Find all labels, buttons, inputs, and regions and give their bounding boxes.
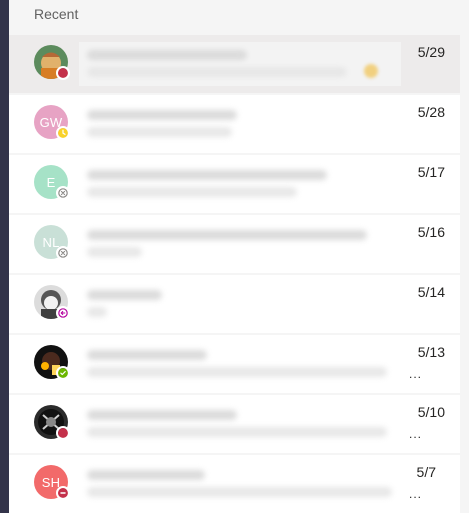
chat-preview-redacted — [79, 42, 401, 86]
chat-preview-redacted — [79, 222, 401, 266]
emoji-icon — [364, 64, 378, 78]
chat-date: 5/28 — [417, 104, 445, 120]
chat-date: 5/14 — [417, 284, 445, 300]
chat-preview-redacted — [79, 282, 401, 326]
chat-preview-redacted — [79, 462, 401, 506]
status-away-icon — [56, 126, 70, 140]
status-busy-icon — [56, 66, 70, 80]
redacted-contact-name — [87, 110, 237, 120]
redacted-message-preview — [87, 307, 107, 317]
status-offline-icon — [56, 246, 70, 260]
panel-right-gutter — [461, 0, 469, 513]
message-truncation-ellipsis: ... — [408, 487, 422, 501]
chat-list-item[interactable]: E 5/17 — [9, 155, 460, 213]
redacted-message-preview — [87, 487, 392, 497]
redacted-message-preview — [87, 127, 232, 137]
app-window: Recent 5/29 GW 5/28 E 5/17 NL 5/16 5/14 … — [0, 0, 469, 513]
chat-list-item[interactable]: 5/10 ... — [9, 395, 460, 453]
message-truncation-ellipsis: ... — [408, 367, 422, 381]
status-out-of-office-icon — [56, 306, 70, 320]
recent-chat-list: 5/29 GW 5/28 E 5/17 NL 5/16 5/14 5/13 ..… — [9, 35, 469, 513]
chat-list-item[interactable]: 5/14 — [9, 275, 460, 333]
chat-date: 5/7 — [416, 464, 436, 480]
status-available-icon — [56, 366, 70, 380]
chat-list-item[interactable]: NL 5/16 — [9, 215, 460, 273]
chat-list-item[interactable]: 5/13 ... — [9, 335, 460, 393]
chat-date: 5/13 — [417, 344, 445, 360]
redacted-contact-name — [87, 230, 367, 240]
redacted-contact-name — [87, 290, 162, 300]
avatar-initials: E — [46, 174, 56, 190]
chat-preview-redacted — [79, 402, 401, 446]
redacted-message-preview — [87, 187, 297, 197]
redacted-message-preview — [87, 427, 387, 437]
chat-list-panel: Recent 5/29 GW 5/28 E 5/17 NL 5/16 5/14 … — [9, 0, 469, 513]
redacted-message-preview — [87, 67, 347, 77]
chat-date: 5/16 — [417, 224, 445, 240]
section-title: Recent — [34, 6, 79, 22]
chat-list-item[interactable]: 5/29 — [9, 35, 460, 93]
redacted-contact-name — [87, 470, 205, 480]
chat-date: 5/10 — [417, 404, 445, 420]
redacted-contact-name — [87, 50, 247, 60]
redacted-contact-name — [87, 410, 237, 420]
chat-preview-redacted — [79, 342, 401, 386]
chat-preview-redacted — [79, 102, 401, 146]
recent-section-header[interactable]: Recent — [9, 0, 469, 30]
chat-list-item[interactable]: SH 5/7 ... — [9, 455, 460, 513]
redacted-contact-name — [87, 170, 327, 180]
redacted-message-preview — [87, 247, 142, 257]
message-truncation-ellipsis: ... — [408, 427, 422, 441]
chat-list-item[interactable]: GW 5/28 — [9, 95, 460, 153]
chat-date: 5/17 — [417, 164, 445, 180]
redacted-message-preview — [87, 367, 387, 377]
chat-date: 5/29 — [417, 44, 445, 60]
status-offline-icon — [56, 186, 70, 200]
app-left-rail — [0, 0, 9, 513]
chat-preview-redacted — [79, 162, 401, 206]
status-dnd-icon — [56, 486, 70, 500]
redacted-contact-name — [87, 350, 207, 360]
status-busy-icon — [56, 426, 70, 440]
